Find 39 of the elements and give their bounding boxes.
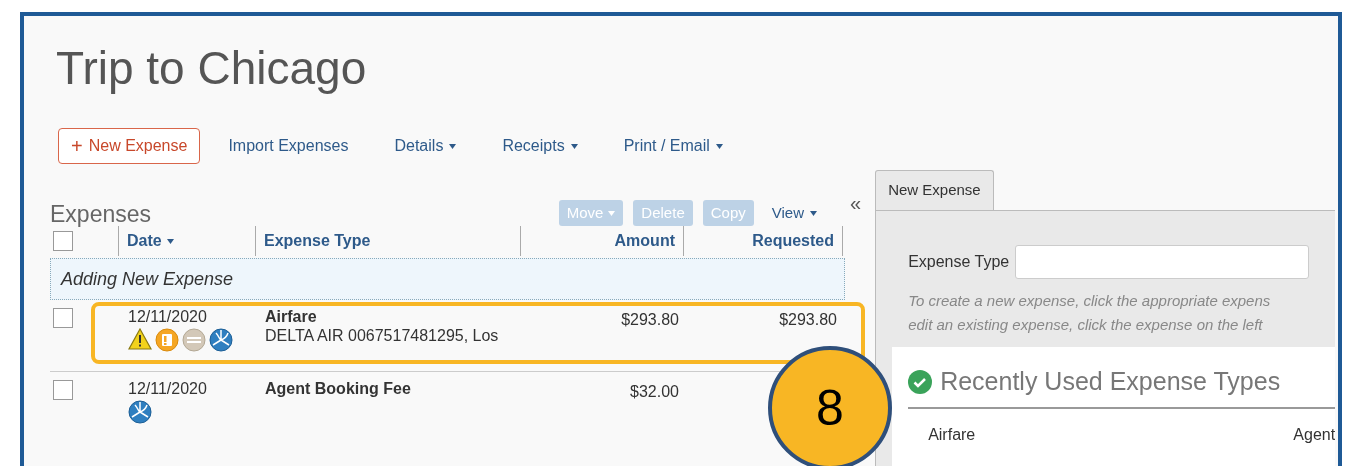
- amount-text: $32.00: [630, 383, 679, 400]
- expense-type-link[interactable]: Airfare: [928, 422, 976, 447]
- amount-text: $293.80: [621, 311, 679, 328]
- toolbar-link[interactable]: Import Expenses: [228, 134, 349, 158]
- checkbox[interactable]: [53, 308, 73, 328]
- checkbox[interactable]: [53, 380, 73, 400]
- caret-icon: [715, 143, 723, 149]
- column-header[interactable]: Date: [118, 226, 255, 256]
- expense-type: Airfare: [265, 308, 318, 326]
- requested-text: $293.80: [779, 311, 837, 328]
- date-text: 12/11/2020: [128, 380, 208, 398]
- tab[interactable]: New Expense: [875, 170, 994, 210]
- column-header[interactable]: Requested: [683, 226, 843, 256]
- column-header[interactable]: Expense Type: [255, 226, 520, 256]
- date-text: 12/11/2020: [128, 308, 208, 326]
- caret-icon: [570, 143, 578, 149]
- hint-text: edit an existing expense, click the expense on the left: [908, 315, 1264, 335]
- field-label: Expense Type: [908, 252, 1010, 272]
- menu-button[interactable]: Receipts: [502, 134, 578, 158]
- column-header[interactable]: Amount: [520, 226, 683, 256]
- page-title: Trip to Chicago: [55, 41, 368, 96]
- step-badge: 8: [768, 346, 892, 466]
- hint-text: To create a new expense, click the appropriate expens: [908, 291, 1272, 311]
- menu-button[interactable]: Details: [394, 134, 457, 158]
- expense-type-field[interactable]: [1015, 245, 1310, 279]
- adding-row: Adding New Expense: [50, 258, 845, 300]
- expense-type-link[interactable]: Agent: [1293, 422, 1336, 447]
- check-icon: [908, 369, 933, 394]
- caret-icon: [166, 238, 174, 244]
- expense-type: Agent Booking Fee: [265, 380, 412, 398]
- section-heading: Expenses: [50, 203, 151, 226]
- collapse-button[interactable]: «: [850, 188, 862, 212]
- card-heading: Recently Used Expense Types: [940, 366, 1281, 397]
- menu-button[interactable]: Print / Email: [623, 134, 723, 158]
- caret-icon: [449, 143, 457, 149]
- add-button[interactable]: + New Expense: [58, 128, 201, 164]
- checkbox[interactable]: [53, 231, 73, 251]
- action-button[interactable]: View: [763, 200, 825, 226]
- expense-description: DELTA AIR 0067517481295, Los: [265, 326, 500, 346]
